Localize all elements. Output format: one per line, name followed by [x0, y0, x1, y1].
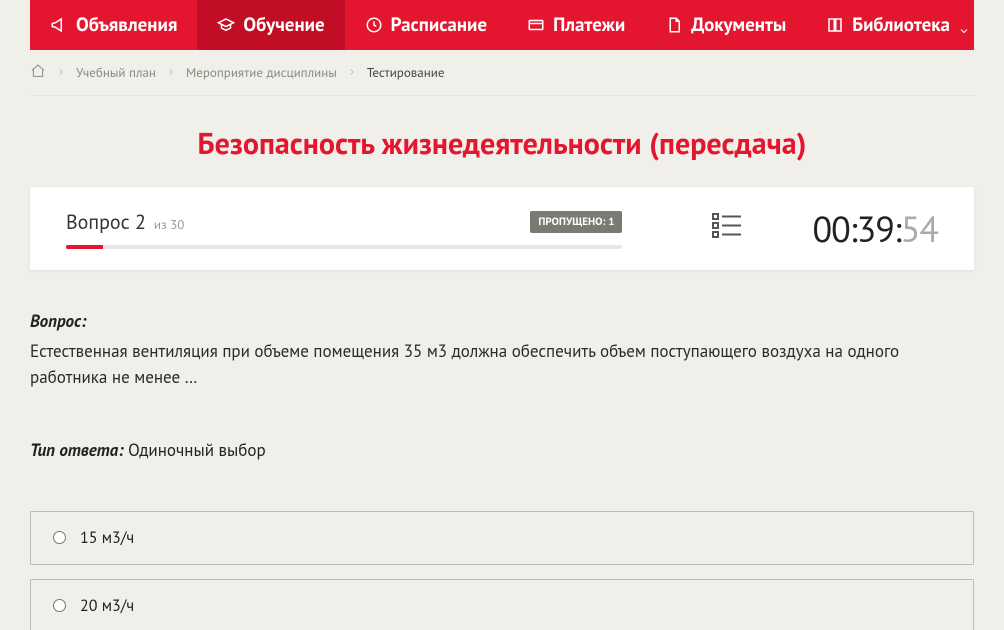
progress-fill — [66, 245, 103, 249]
megaphone-icon — [50, 16, 68, 34]
payment-icon — [527, 16, 545, 34]
chevron-right-icon — [56, 64, 66, 81]
page-title: Безопасность жизнедеятельности (пересдач… — [30, 124, 974, 163]
chevron-down-icon — [958, 19, 970, 31]
timer-min: 00 — [812, 205, 849, 252]
skipped-badge: ПРОПУЩЕНО: 1 — [530, 211, 622, 233]
library-icon — [826, 16, 844, 34]
nav-label: Обучение — [243, 13, 324, 37]
status-card: Вопрос 2 из 30 ПРОПУЩЕНО: 1 — [30, 187, 974, 270]
answer-type-value: Одиночный выбор — [128, 439, 266, 461]
breadcrumb: Учебный план Мероприятие дисциплины Тест… — [30, 50, 974, 96]
question-text: Естественная вентиляция при объеме помещ… — [30, 338, 974, 391]
chevron-right-icon — [166, 64, 176, 81]
answer-text: 20 м3/ч — [80, 596, 134, 616]
answer-text: 15 м3/ч — [80, 528, 134, 548]
answer-option[interactable]: 15 м3/ч — [30, 511, 974, 565]
nav-label: Объявления — [76, 13, 177, 37]
nav-label: Библиотека — [852, 13, 950, 37]
crumb-discipline-event[interactable]: Мероприятие дисциплины — [186, 64, 337, 81]
nav-label: Расписание — [391, 13, 487, 37]
nav-label: Документы — [691, 13, 786, 37]
question-label: Вопрос: — [30, 310, 974, 332]
home-icon[interactable] — [30, 63, 46, 83]
nav-schedule[interactable]: Расписание — [345, 0, 507, 50]
answer-type-label: Тип ответа: — [30, 439, 124, 461]
clock-icon — [365, 16, 383, 34]
question-body: Вопрос: Естественная вентиляция при объе… — [30, 310, 974, 461]
nav-library[interactable]: Библиотека — [806, 0, 990, 50]
nav-announcements[interactable]: Объявления — [30, 0, 197, 50]
nav-education[interactable]: Обучение — [197, 0, 344, 50]
crumb-testing: Тестирование — [367, 64, 445, 81]
timer-cs: 54 — [901, 205, 938, 252]
timer-sec: 39 — [857, 205, 894, 252]
answers-list: 15 м3/ч 20 м3/ч — [30, 511, 974, 630]
crumb-study-plan[interactable]: Учебный план — [76, 64, 156, 81]
nav-documents[interactable]: Документы — [645, 0, 806, 50]
question-total: из 30 — [154, 216, 184, 233]
document-icon — [665, 16, 683, 34]
nav-label: Платежи — [553, 13, 625, 37]
answer-radio[interactable] — [53, 599, 66, 612]
progress-bar — [66, 245, 622, 249]
chevron-right-icon — [347, 64, 357, 81]
answer-option[interactable]: 20 м3/ч — [30, 579, 974, 630]
main-nav: Объявления Обучение Расписание Платежи — [30, 0, 974, 50]
timer: 00:39:54 — [812, 205, 938, 252]
question-number: Вопрос 2 — [66, 209, 146, 235]
education-icon — [217, 16, 235, 34]
answer-radio[interactable] — [53, 531, 66, 544]
nav-payments[interactable]: Платежи — [507, 0, 645, 50]
question-list-icon[interactable] — [712, 212, 742, 245]
